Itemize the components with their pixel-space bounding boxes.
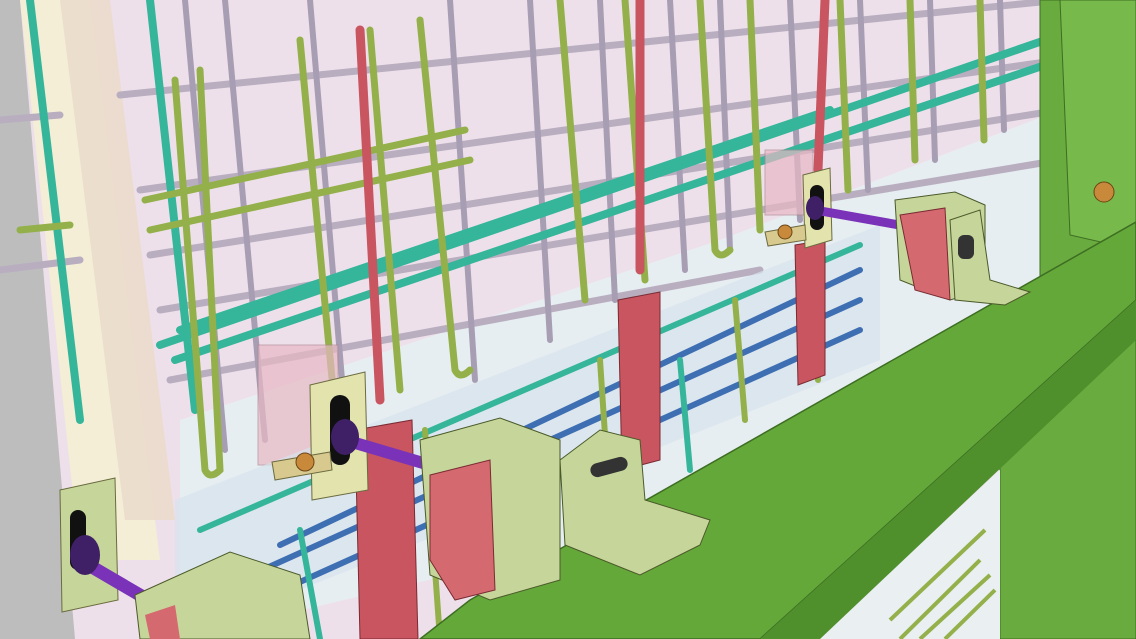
- washer-2: [777, 224, 793, 240]
- nut-2: [806, 196, 824, 220]
- column-bolt: [1093, 181, 1115, 203]
- nut-1: [331, 419, 359, 455]
- column-flange: [1059, 0, 1136, 251]
- model-viewport: [0, 0, 1136, 639]
- washer-1: [295, 452, 315, 472]
- nut-3: [70, 535, 100, 575]
